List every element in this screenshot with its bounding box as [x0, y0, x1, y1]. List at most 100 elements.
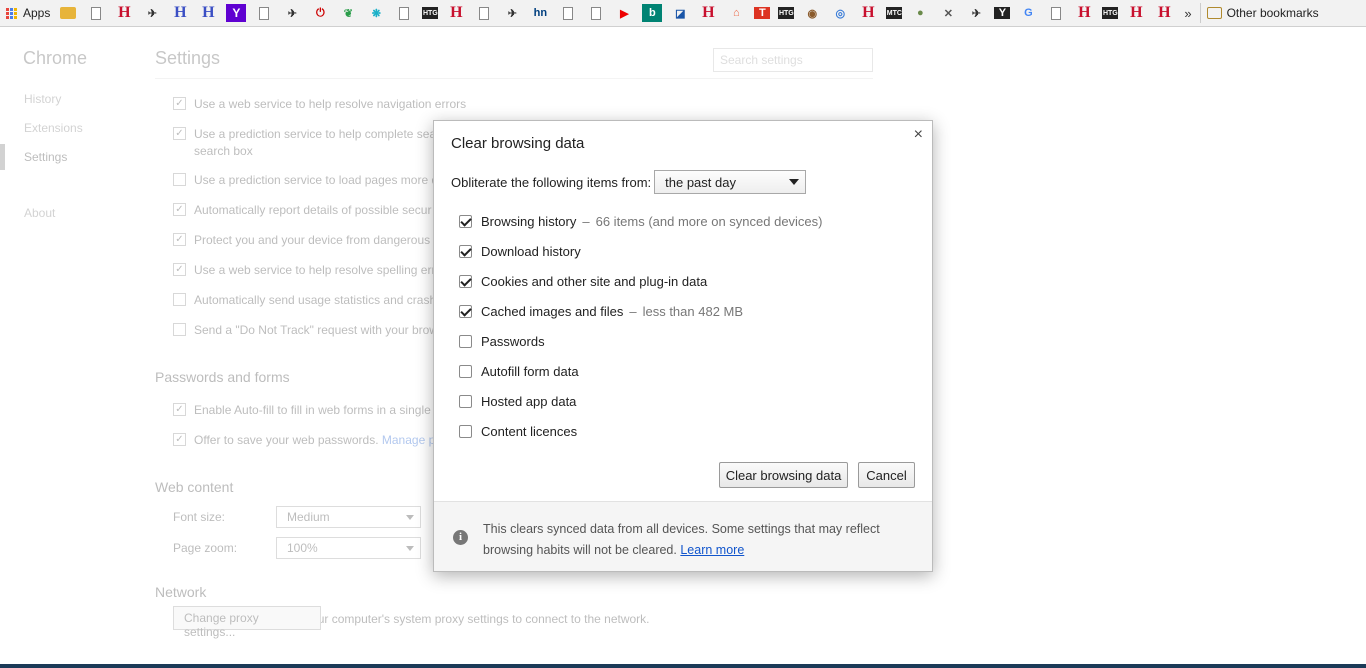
bookmark-google-icon[interactable]: G — [1018, 4, 1038, 22]
bookmark-bird-icon[interactable]: ✈ — [502, 4, 522, 22]
checkbox-checked[interactable] — [459, 304, 472, 318]
dropdown-arrow-icon — [789, 179, 800, 185]
bookmark-butterfly-icon[interactable]: ❋ — [366, 4, 386, 22]
apps-shortcut[interactable]: Apps — [6, 6, 50, 20]
bookmark-h-red-icon[interactable]: H — [1154, 4, 1174, 22]
page-zoom-select[interactable]: 100% — [276, 537, 421, 559]
checkbox-checked[interactable] — [459, 244, 472, 258]
privacy-setting-row[interactable]: Use a prediction service to load pages m… — [173, 173, 438, 187]
data-type-item[interactable]: Hosted app data — [459, 386, 823, 416]
bookmark-mtc-icon[interactable]: MTC — [886, 7, 903, 19]
nav-item-about[interactable]: About — [24, 206, 55, 220]
bookmark-h-red-icon[interactable]: H — [1074, 4, 1094, 22]
bookmark-h-blue-icon[interactable]: H — [198, 4, 218, 22]
bookmark-clock-icon[interactable]: ◉ — [802, 4, 822, 22]
privacy-setting-text: Use a web service to help resolve naviga… — [194, 97, 467, 111]
save-passwords-row[interactable]: ✓ Offer to save your web passwords. Mana… — [173, 433, 435, 447]
more-bookmarks-chevron-icon[interactable]: » — [1184, 6, 1191, 21]
time-period-select[interactable]: the past day — [654, 170, 807, 194]
bookmark-power-icon[interactable]: ⏻ — [310, 4, 330, 22]
checkbox-checked[interactable] — [459, 214, 472, 228]
checkbox[interactable]: ✓ — [173, 203, 186, 216]
learn-more-link[interactable]: Learn more — [680, 543, 744, 557]
bookmark-y-dark-icon[interactable]: Y — [994, 7, 1011, 19]
bookmark-seal-icon[interactable]: ● — [910, 4, 930, 22]
bookmark-youtube-icon[interactable]: ▶ — [614, 4, 634, 22]
bookmark-bird-icon[interactable]: ✈ — [282, 4, 302, 22]
data-type-item[interactable]: Cached images and files – less than 482 MB — [459, 296, 823, 326]
bookmark-h-red-icon[interactable]: H — [858, 4, 878, 22]
privacy-setting-row[interactable]: ✓ Use a prediction service to help comple… — [173, 127, 436, 141]
bookmark-htg-icon[interactable]: HTG — [778, 7, 795, 19]
bookmark-page-icon[interactable] — [563, 6, 574, 20]
bookmark-page-icon[interactable] — [399, 6, 410, 20]
bookmark-bing-icon[interactable]: b — [642, 4, 663, 22]
bookmark-page-icon[interactable] — [479, 6, 490, 20]
data-type-item[interactable]: Passwords — [459, 326, 823, 356]
bookmark-h-blue-icon[interactable]: H — [170, 4, 190, 22]
search-settings-input[interactable]: Search settings — [713, 48, 873, 72]
data-type-item[interactable]: Autofill form data — [459, 356, 823, 386]
privacy-setting-row[interactable]: ✓ Use a web service to help resolve spell… — [173, 263, 435, 277]
privacy-setting-row[interactable]: Automatically send usage statistics and … — [173, 293, 436, 307]
bookmark-y-purple-icon[interactable]: Y — [226, 4, 247, 22]
checkbox-unchecked[interactable] — [459, 334, 472, 348]
privacy-setting-row[interactable]: ✓ Protect you and your device from danger… — [173, 233, 430, 247]
page-zoom-label: Page zoom: — [173, 541, 238, 555]
bookmark-page-icon[interactable] — [259, 6, 270, 20]
bookmark-h-red-icon[interactable]: H — [698, 4, 718, 22]
data-type-item[interactable]: Cookies and other site and plug-in data — [459, 266, 823, 296]
bookmark-page-icon[interactable] — [1051, 6, 1062, 20]
privacy-setting-row[interactable]: ✓ Automatically report details of possibl… — [173, 203, 431, 217]
manage-passwords-link[interactable]: Manage p — [382, 433, 435, 447]
close-icon[interactable]: × — [914, 126, 923, 144]
checkbox-unchecked[interactable] — [459, 394, 472, 408]
taskbar-strip — [0, 664, 1366, 668]
bookmark-globe-icon[interactable]: ◎ — [830, 4, 850, 22]
nav-item-settings[interactable]: Settings — [24, 150, 67, 164]
other-bookmarks[interactable]: Other bookmarks — [1199, 3, 1319, 23]
bookmark-h-red-icon[interactable]: H — [1126, 4, 1146, 22]
privacy-setting-row[interactable]: Send a "Do Not Track" request with your … — [173, 323, 438, 337]
nav-item-extensions[interactable]: Extensions — [24, 121, 83, 135]
bookmark-hn-icon[interactable]: hn — [530, 4, 550, 22]
checkbox[interactable]: ✓ — [173, 433, 186, 446]
bookmark-htg-icon[interactable]: HTG — [422, 7, 439, 19]
checkbox[interactable] — [173, 293, 186, 306]
cancel-button[interactable]: Cancel — [858, 462, 915, 488]
autofill-row[interactable]: ✓ Enable Auto-fill to fill in web forms … — [173, 403, 431, 417]
checkbox-checked[interactable] — [459, 274, 472, 288]
bookmark-chart-icon[interactable]: ◪ — [670, 4, 690, 22]
nav-item-history[interactable]: History — [24, 92, 61, 106]
change-proxy-button[interactable]: Change proxy settings... — [173, 606, 321, 639]
bookmark-htg-icon[interactable]: HTG — [1102, 7, 1119, 19]
bookmark-page-icon[interactable] — [91, 6, 102, 20]
data-type-item[interactable]: Download history — [459, 236, 823, 266]
checkbox[interactable]: ✓ — [173, 403, 186, 416]
privacy-setting-row[interactable]: ✓ Use a web service to help resolve navig… — [173, 97, 466, 111]
bookmark-leaf-icon[interactable]: ❦ — [338, 4, 358, 22]
bookmark-folder-icon[interactable] — [60, 7, 77, 19]
checkbox[interactable]: ✓ — [173, 97, 186, 110]
checkbox-unchecked[interactable] — [459, 364, 472, 378]
checkbox-unchecked[interactable] — [459, 424, 472, 438]
clear-browsing-data-button[interactable]: Clear browsing data — [719, 462, 848, 488]
checkbox[interactable]: ✓ — [173, 263, 186, 276]
checkbox[interactable] — [173, 323, 186, 336]
bookmark-page-icon[interactable] — [591, 6, 602, 20]
bookmark-sword-icon[interactable]: ✕ — [938, 4, 958, 22]
bookmark-home-icon[interactable]: ⌂ — [726, 4, 746, 22]
dialog-footer: i This clears synced data from all devic… — [434, 501, 932, 571]
bookmark-t-icon[interactable]: T — [754, 7, 771, 19]
checkbox[interactable] — [173, 173, 186, 186]
checkbox[interactable]: ✓ — [173, 233, 186, 246]
bookmark-h-red-icon[interactable]: H — [114, 4, 134, 22]
bookmark-bird-icon[interactable]: ✈ — [142, 4, 162, 22]
data-type-item[interactable]: Browsing history –66 items (and more on s… — [459, 206, 823, 236]
bookmark-bird-icon[interactable]: ✈ — [966, 4, 986, 22]
font-size-select[interactable]: Medium — [276, 506, 421, 528]
bookmark-h-red-icon[interactable]: H — [446, 4, 466, 22]
data-type-item[interactable]: Content licences — [459, 416, 823, 446]
checkbox[interactable]: ✓ — [173, 127, 186, 140]
detail-separator: – — [629, 303, 637, 319]
